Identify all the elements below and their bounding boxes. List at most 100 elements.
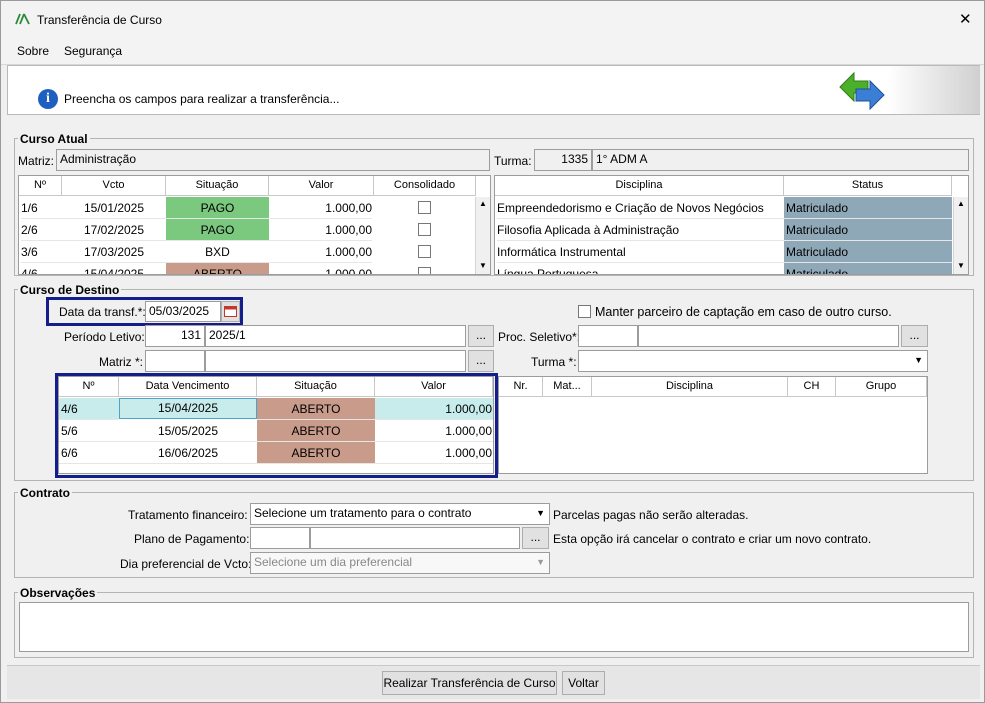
periodo-letivo-label: Período Letivo: [64, 330, 145, 344]
col-header-disciplina: Disciplina [495, 176, 784, 196]
periodo-letivo-code[interactable]: 131 [145, 325, 205, 347]
plano-note: Esta opção irá cancelar o contrato e cri… [553, 532, 872, 546]
cell-disciplina: Empreendedorismo e Criação de Novos Negó… [497, 197, 784, 219]
disciplinas-atual-grid: Disciplina Status Empreendedorismo e Cri… [494, 175, 969, 275]
cell-status: Matriculado [784, 219, 952, 241]
cell-status: Matriculado [784, 263, 952, 274]
cell-valor: 1.000,00 [269, 263, 372, 274]
cell-n: 1/6 [21, 197, 62, 219]
col-header-vcto: Vcto [62, 176, 166, 196]
cell-status: Matriculado [784, 197, 952, 219]
calendar-button[interactable] [221, 301, 240, 322]
matriz-atual-field: Administração [56, 149, 490, 171]
app-logo-icon [15, 13, 30, 25]
parcelas-atual-grid: Nº Vcto Situação Valor Consolidado 1/6 1… [18, 175, 491, 275]
col-header-ch: CH [788, 377, 836, 397]
cell-situacao: PAGO [166, 219, 269, 241]
chevron-down-icon: ▼ [914, 355, 923, 365]
transfer-arrows-icon [839, 71, 885, 111]
info-icon: i [38, 89, 58, 109]
cell-valor: 1.000,00 [269, 241, 372, 263]
turma-destino-select[interactable]: ▼ [578, 350, 928, 372]
col-header-grupo: Grupo [836, 377, 927, 397]
turma-atual-code: 1335 [534, 149, 592, 171]
matriz-destino-code[interactable] [145, 350, 205, 372]
disciplinas-destino-grid: Nr. Mat... Disciplina CH Grupo [498, 376, 928, 474]
menu-item-sobre[interactable]: Sobre [17, 44, 49, 58]
chevron-down-icon: ▼ [536, 557, 545, 567]
matriz-destino-label: Matriz *: [99, 355, 144, 369]
matriz-lookup-button[interactable]: ... [468, 350, 494, 372]
disciplinas-atual-scrollbar[interactable]: ▲ ▼ [953, 197, 968, 274]
consolidado-checkbox[interactable] [418, 245, 431, 258]
dia-preferencial-label: Dia preferencial de Vcto: [120, 557, 252, 571]
close-icon[interactable]: ✕ [959, 10, 972, 28]
plano-lookup-button[interactable]: ... [522, 527, 549, 549]
curso-destino-legend: Curso de Destino [18, 283, 122, 297]
menu-bar: Sobre Segurança [1, 37, 984, 65]
transfer-window: Transferência de Curso ✕ Sobre Segurança… [0, 0, 985, 703]
cell-vcto: 17/03/2025 [62, 241, 166, 263]
proc-seletivo-lookup-button[interactable]: ... [901, 325, 928, 347]
realizar-transferencia-button[interactable]: Realizar Transferência de Curso [382, 671, 557, 695]
cell-vcto: 15/04/2025 [62, 263, 166, 274]
proc-seletivo-field[interactable] [638, 325, 899, 347]
info-header: i Preencha os campos para realizar a tra… [7, 65, 980, 115]
consolidado-checkbox[interactable] [418, 267, 431, 274]
cell-valor: 1.000,00 [269, 197, 372, 219]
col-header-mat: Mat... [543, 377, 592, 397]
cell-n: 4/6 [21, 263, 62, 274]
turma-destino-label: Turma *: [531, 355, 577, 369]
tratamento-value: Selecione um tratamento para o contrato [254, 506, 472, 520]
manter-parceiro-label: Manter parceiro de captação em caso de o… [595, 305, 892, 319]
data-transf-label: Data da transf.*: [59, 305, 146, 319]
cell-n: 2/6 [21, 219, 62, 241]
parcelas-atual-scrollbar[interactable]: ▲ ▼ [475, 197, 490, 274]
calendar-icon [224, 306, 237, 317]
tratamento-note: Parcelas pagas não serão alteradas. [553, 508, 749, 522]
cell-disciplina: Filosofia Aplicada à Administração [497, 219, 784, 241]
voltar-button[interactable]: Voltar [562, 671, 605, 695]
title-bar: Transferência de Curso ✕ [1, 1, 984, 37]
dia-preferencial-select[interactable]: Selecione um dia preferencial ▼ [250, 552, 550, 574]
turma-atual-name: 1° ADM A [592, 149, 969, 171]
observacoes-textarea[interactable] [19, 602, 969, 652]
matriz-destino-field[interactable] [205, 350, 466, 372]
cell-valor: 1.000,00 [269, 219, 372, 241]
proc-seletivo-code[interactable] [578, 325, 638, 347]
col-header-situacao: Situação [166, 176, 269, 196]
col-header-valor: Valor [269, 176, 374, 196]
cell-status: Matriculado [784, 241, 952, 263]
chevron-down-icon: ▼ [536, 508, 545, 518]
window-title: Transferência de Curso [37, 13, 162, 27]
tratamento-select[interactable]: Selecione um tratamento para o contrato … [250, 503, 550, 525]
cell-situacao: PAGO [166, 197, 269, 219]
highlight-parcelas-destino [55, 373, 498, 478]
cell-situacao: BXD [166, 241, 269, 263]
header-gradient [888, 66, 980, 114]
periodo-letivo-field[interactable]: 2025/1 [205, 325, 466, 347]
turma-atual-label: Turma: [494, 154, 532, 168]
manter-parceiro-checkbox[interactable] [578, 305, 591, 318]
curso-atual-legend: Curso Atual [18, 132, 90, 146]
contrato-legend: Contrato [18, 486, 72, 500]
scroll-down-icon[interactable]: ▼ [957, 261, 965, 270]
matriz-atual-label: Matriz: [18, 154, 54, 168]
scroll-up-icon[interactable]: ▲ [479, 199, 487, 208]
scroll-down-icon[interactable]: ▼ [479, 261, 487, 270]
info-text: Preencha os campos para realizar a trans… [64, 92, 340, 106]
col-header-status: Status [784, 176, 952, 196]
periodo-lookup-button[interactable]: ... [468, 325, 494, 347]
tratamento-label: Tratamento financeiro: [128, 508, 248, 522]
cell-disciplina: Língua Portuguesa [497, 263, 784, 274]
scroll-up-icon[interactable]: ▲ [957, 199, 965, 208]
data-transf-input[interactable]: 05/03/2025 [145, 301, 221, 322]
consolidado-checkbox[interactable] [418, 201, 431, 214]
menu-item-seguranca[interactable]: Segurança [64, 44, 122, 58]
cell-vcto: 17/02/2025 [62, 219, 166, 241]
cell-n: 3/6 [21, 241, 62, 263]
plano-field[interactable] [310, 527, 520, 549]
consolidado-checkbox[interactable] [418, 223, 431, 236]
col-header-disciplina: Disciplina [592, 377, 788, 397]
plano-code[interactable] [250, 527, 310, 549]
